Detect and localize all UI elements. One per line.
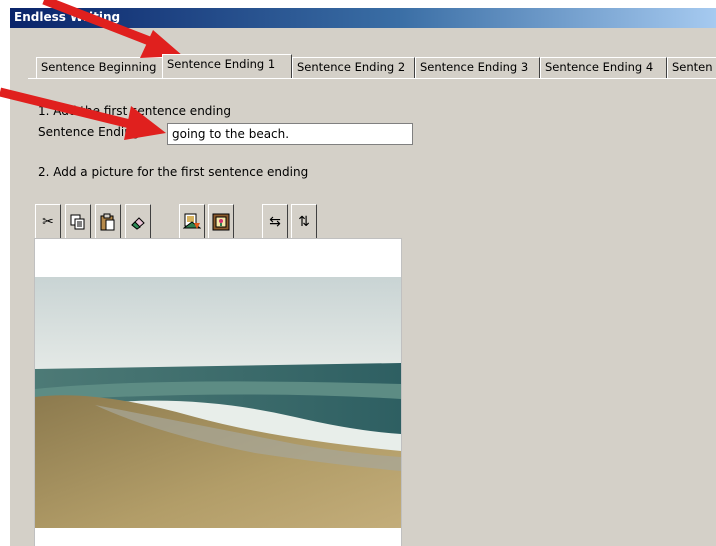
picture-frame-button[interactable] <box>208 204 234 240</box>
tab-sentence-ending-3[interactable]: Sentence Ending 3 <box>415 57 540 78</box>
tab-sentence-ending-1[interactable]: Sentence Ending 1 <box>162 54 292 78</box>
copy-button[interactable] <box>65 204 91 240</box>
open-image-icon <box>183 213 201 229</box>
cut-icon: ✂ <box>42 214 54 230</box>
tab-label: Sentence Beginning <box>41 60 157 74</box>
tab-sentence-ending-2[interactable]: Sentence Ending 2 <box>292 57 415 78</box>
eraser-button[interactable] <box>125 204 151 240</box>
sentence-ending-value: going to the beach. <box>172 127 290 141</box>
tab-label: Senten <box>672 60 713 74</box>
tab-sentence-ending-5[interactable]: Senten <box>667 57 716 78</box>
title-bar: Endless Writing <box>10 8 716 28</box>
picture-preview <box>34 238 402 546</box>
paste-button[interactable] <box>95 204 121 240</box>
app-window: Endless Writing Sentence Beginning Sente… <box>10 8 716 546</box>
tab-sentence-beginning[interactable]: Sentence Beginning <box>36 57 164 78</box>
beach-photo <box>35 277 401 528</box>
tab-label: Sentence Ending 4 <box>545 60 654 74</box>
tab-label: Sentence Ending 2 <box>297 60 406 74</box>
tab-strip: Sentence Beginning Sentence Ending 1 Sen… <box>36 48 716 78</box>
open-image-button[interactable] <box>179 204 205 240</box>
step1-heading: 1. Add the first sentence ending <box>38 104 231 118</box>
flip-horizontal-button[interactable]: ⇆ <box>262 204 288 240</box>
cut-button[interactable]: ✂ <box>35 204 61 240</box>
flip-vertical-button[interactable]: ⇅ <box>291 204 317 240</box>
eraser-icon <box>131 217 145 230</box>
tab-label: Sentence Ending 3 <box>420 60 529 74</box>
picture-frame-icon <box>212 213 230 231</box>
window-title: Endless Writing <box>14 10 121 24</box>
paste-icon <box>100 213 115 231</box>
tab-sentence-ending-4[interactable]: Sentence Ending 4 <box>540 57 667 78</box>
sentence-ending-input[interactable]: going to the beach. <box>167 123 413 145</box>
copy-icon <box>70 214 85 230</box>
screenshot: Endless Writing Sentence Beginning Sente… <box>0 0 716 546</box>
tab-label: Sentence Ending 1 <box>167 57 276 71</box>
flip-vertical-icon: ⇅ <box>298 214 310 230</box>
flip-horizontal-icon: ⇆ <box>269 214 281 230</box>
step2-heading: 2. Add a picture for the first sentence … <box>38 165 309 179</box>
sentence-ending-label: Sentence Ending <box>38 125 140 139</box>
